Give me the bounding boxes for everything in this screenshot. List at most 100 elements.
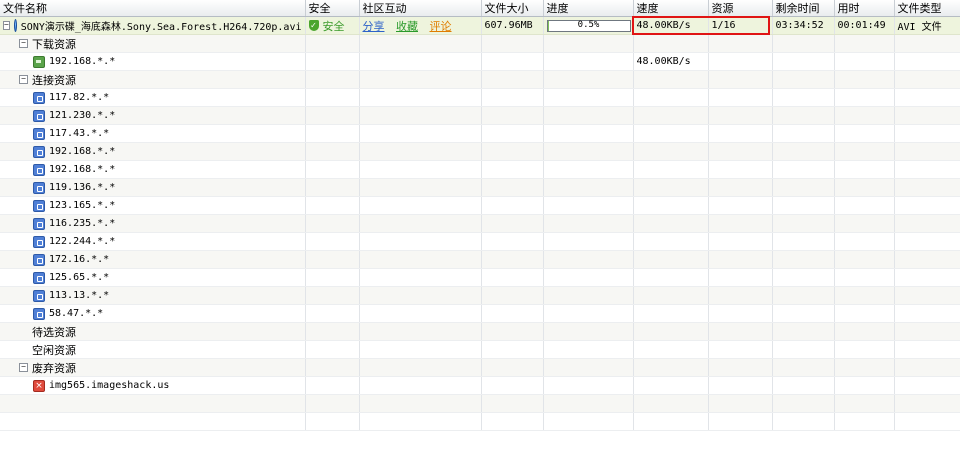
group-connected-label: 连接资源 bbox=[32, 73, 76, 87]
empty-cell bbox=[359, 394, 482, 413]
peer-row[interactable]: 117.82.*.* bbox=[0, 88, 960, 107]
group-discarded-toggle[interactable]: − bbox=[19, 363, 28, 372]
group-row-connected[interactable]: − 连接资源 bbox=[0, 70, 960, 89]
empty-cell bbox=[359, 268, 482, 287]
column-header-type[interactable]: 文件类型 bbox=[894, 0, 960, 17]
column-header-community[interactable]: 社区互动 bbox=[359, 0, 482, 17]
peer-row[interactable]: × img565.imageshack.us bbox=[0, 376, 960, 395]
empty-cell bbox=[772, 214, 835, 233]
empty-cell bbox=[633, 250, 709, 269]
comment-link[interactable]: 评论 bbox=[430, 20, 452, 33]
column-header-resources[interactable]: 资源 bbox=[708, 0, 773, 17]
peer-row[interactable]: 123.165.*.* bbox=[0, 196, 960, 215]
empty-cell bbox=[543, 70, 634, 89]
peer-icon bbox=[33, 181, 45, 194]
empty-cell bbox=[772, 340, 835, 359]
shield-icon: ✓ bbox=[308, 20, 319, 31]
peer-row[interactable]: 58.47.*.* bbox=[0, 304, 960, 323]
peer-icon bbox=[33, 145, 45, 158]
column-header-speed[interactable]: 速度 bbox=[633, 0, 709, 17]
peer-row[interactable]: 121.230.*.* bbox=[0, 106, 960, 125]
column-header-safety[interactable]: 安全 bbox=[305, 0, 360, 17]
group-row-pending[interactable]: 待选资源 bbox=[0, 322, 960, 341]
empty-cell bbox=[708, 142, 773, 161]
peer-row[interactable]: 192.168.*.* bbox=[0, 160, 960, 179]
peer-address: 117.43.*.* bbox=[49, 128, 110, 139]
task-row[interactable]: − SONY演示碟_海底森林.Sony.Sea.Forest.H264.720p… bbox=[0, 16, 960, 35]
empty-cell bbox=[834, 232, 895, 251]
task-collapse-toggle[interactable]: − bbox=[3, 21, 10, 30]
peer-row[interactable]: 192.168.*.* bbox=[0, 142, 960, 161]
empty-cell bbox=[772, 52, 835, 71]
empty-cell bbox=[834, 376, 895, 395]
empty-cell bbox=[772, 160, 835, 179]
empty-cell bbox=[359, 106, 482, 125]
empty-cell bbox=[834, 106, 895, 125]
empty-cell bbox=[633, 358, 709, 377]
empty-cell bbox=[772, 178, 835, 197]
empty-cell bbox=[894, 250, 960, 269]
empty-cell bbox=[894, 304, 960, 323]
peer-row[interactable]: 116.235.*.* bbox=[0, 214, 960, 233]
empty-cell bbox=[305, 106, 360, 125]
column-header-remaining[interactable]: 剩余时间 bbox=[772, 0, 835, 17]
peer-row[interactable]: 119.136.*.* bbox=[0, 178, 960, 197]
empty-cell bbox=[894, 196, 960, 215]
peer-icon bbox=[33, 235, 45, 248]
empty-cell bbox=[481, 34, 544, 53]
group-downloading-toggle[interactable]: − bbox=[19, 39, 28, 48]
favorite-link[interactable]: 收藏 bbox=[396, 20, 418, 33]
empty-cell bbox=[633, 214, 709, 233]
task-file-name: SONY演示碟_海底森林.Sony.Sea.Forest.H264.720p.a… bbox=[20, 22, 302, 33]
peer-address: 121.230.*.* bbox=[49, 110, 116, 121]
empty-cell bbox=[894, 340, 960, 359]
peer-address: 116.235.*.* bbox=[49, 218, 116, 229]
peer-row[interactable]: 122.244.*.* bbox=[0, 232, 960, 251]
empty-cell bbox=[543, 394, 634, 413]
share-link[interactable]: 分享 bbox=[363, 20, 385, 33]
empty-cell bbox=[834, 124, 895, 143]
empty-cell bbox=[772, 322, 835, 341]
task-icon bbox=[13, 19, 17, 32]
group-connected-toggle[interactable]: − bbox=[19, 75, 28, 84]
empty-cell bbox=[481, 52, 544, 71]
column-header-size[interactable]: 文件大小 bbox=[481, 0, 544, 17]
empty-cell bbox=[305, 304, 360, 323]
empty-cell bbox=[708, 160, 773, 179]
empty-cell bbox=[633, 376, 709, 395]
task-speed: 48.00KB/s bbox=[633, 16, 709, 35]
peer-address: 117.82.*.* bbox=[49, 92, 110, 103]
empty-cell bbox=[543, 286, 634, 305]
download-list-table: 文件名称 安全 社区互动 文件大小 进度 速度 资源 剩余时间 用时 文件类型 … bbox=[0, 0, 960, 431]
empty-cell bbox=[543, 34, 634, 53]
empty-cell bbox=[633, 196, 709, 215]
column-header-elapsed[interactable]: 用时 bbox=[834, 0, 895, 17]
group-row-downloading[interactable]: − 下载资源 bbox=[0, 34, 960, 53]
column-header-name[interactable]: 文件名称 bbox=[0, 0, 306, 17]
empty-cell bbox=[834, 268, 895, 287]
empty-cell bbox=[894, 214, 960, 233]
column-header-row: 文件名称 安全 社区互动 文件大小 进度 速度 资源 剩余时间 用时 文件类型 bbox=[0, 0, 960, 17]
empty-cell bbox=[708, 412, 773, 431]
empty-cell bbox=[481, 322, 544, 341]
empty-cell bbox=[834, 358, 895, 377]
column-header-progress[interactable]: 进度 bbox=[543, 0, 634, 17]
peer-address: 192.168.*.* bbox=[49, 56, 116, 67]
peer-row[interactable]: 192.168.*.* 48.00KB/s bbox=[0, 52, 960, 71]
empty-cell bbox=[894, 232, 960, 251]
safety-status: 安全 bbox=[322, 19, 345, 33]
progress-text: 0.5% bbox=[577, 20, 600, 30]
peer-row[interactable]: 113.13.*.* bbox=[0, 286, 960, 305]
empty-cell bbox=[359, 142, 482, 161]
empty-cell bbox=[894, 286, 960, 305]
empty-cell bbox=[772, 124, 835, 143]
peer-row[interactable]: 172.16.*.* bbox=[0, 250, 960, 269]
peer-row[interactable]: 117.43.*.* bbox=[0, 124, 960, 143]
empty-cell bbox=[894, 142, 960, 161]
group-row-discarded[interactable]: − 废弃资源 bbox=[0, 358, 960, 377]
group-discarded-label: 废弃资源 bbox=[32, 361, 76, 375]
empty-cell bbox=[708, 376, 773, 395]
empty-cell bbox=[481, 124, 544, 143]
peer-row[interactable]: 125.65.*.* bbox=[0, 268, 960, 287]
group-row-idle[interactable]: 空闲资源 bbox=[0, 340, 960, 359]
